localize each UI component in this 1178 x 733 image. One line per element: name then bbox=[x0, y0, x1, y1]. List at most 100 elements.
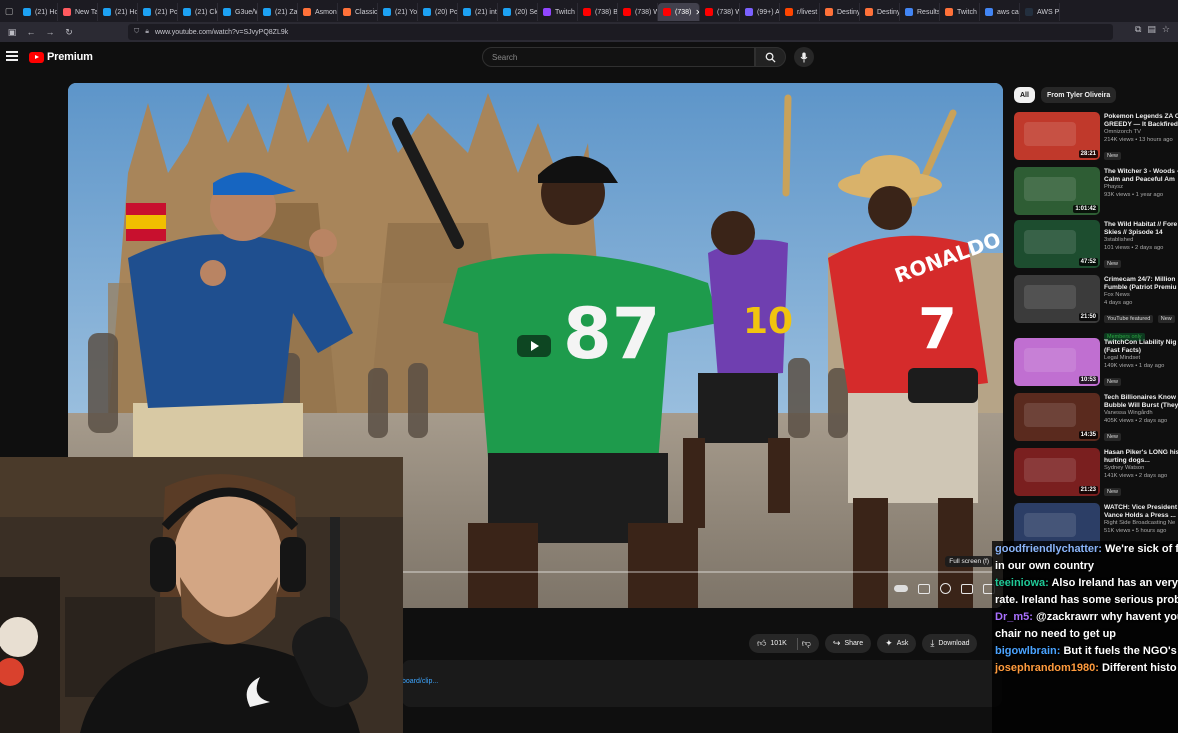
address-bar[interactable]: ⛉ 🔒︎ www.youtube.com/watch?v=SJvyPQ8ZL9k bbox=[128, 24, 1113, 40]
chat-username[interactable]: josephrandom1980: bbox=[995, 662, 1099, 674]
recommended-video[interactable]: 21:23 Hasan Piker's LONG his hurting dogs… bbox=[1014, 448, 1178, 498]
duration-badge: 21:50 bbox=[1078, 313, 1098, 321]
browser-tab[interactable]: (20) Sep bbox=[498, 3, 538, 21]
browser-tab[interactable]: Destiny bbox=[860, 3, 900, 21]
player-controls bbox=[894, 583, 995, 594]
browser-tab[interactable]: (738) W bbox=[618, 3, 658, 21]
back-icon[interactable]: ← bbox=[24, 25, 38, 39]
description-box[interactable] bbox=[402, 660, 1002, 707]
sidebar-toggle-icon[interactable]: ▣ bbox=[5, 25, 19, 39]
browser-tab[interactable]: (738) Bi bbox=[578, 3, 618, 21]
channel-name[interactable]: Legal Mindset bbox=[1104, 355, 1178, 363]
picture-in-picture-icon[interactable]: ⧉ bbox=[1135, 24, 1141, 35]
video-thumbnail[interactable]: 21:50 bbox=[1014, 275, 1100, 323]
video-title[interactable]: Crimecam 24/7: Million Fumble (Patriot P… bbox=[1104, 276, 1178, 292]
browser-tab[interactable]: Destiny bbox=[820, 3, 860, 21]
settings-gear-icon[interactable] bbox=[940, 583, 951, 594]
browser-tab[interactable]: G3ue/W bbox=[218, 3, 258, 21]
browser-tab[interactable]: Results bbox=[900, 3, 940, 21]
channel-name[interactable]: Vanessa Wingårdh bbox=[1104, 410, 1178, 418]
forward-icon[interactable]: → bbox=[43, 25, 57, 39]
voice-search-button[interactable] bbox=[794, 47, 814, 67]
play-overlay-icon[interactable] bbox=[517, 335, 551, 357]
recommended-video[interactable]: 28:21 Pokemon Legends ZA C GREEDY — It Ba… bbox=[1014, 112, 1178, 162]
chat-message: rate. Ireland has some serious probl bbox=[992, 592, 1178, 609]
browser-tab[interactable]: (99+) A bbox=[740, 3, 780, 21]
browser-tab[interactable]: (21) Cle bbox=[178, 3, 218, 21]
firefox-icon bbox=[63, 8, 71, 16]
browser-tab[interactable]: (21) inti bbox=[458, 3, 498, 21]
tab-list-icon[interactable]: ▢ bbox=[0, 2, 18, 20]
search-input[interactable]: Search bbox=[482, 47, 755, 67]
description-link[interactable]: board/clip... bbox=[402, 678, 438, 685]
browser-tab[interactable]: Twitch C bbox=[940, 3, 980, 21]
video-stats: 405K views • 2 days ago bbox=[1104, 417, 1168, 424]
browser-tab[interactable]: r/livest bbox=[780, 3, 820, 21]
ask-button[interactable]: ✦ Ask bbox=[877, 634, 917, 653]
video-thumbnail[interactable]: 47:52 bbox=[1014, 220, 1100, 268]
theater-mode-icon[interactable] bbox=[961, 583, 973, 594]
browser-tab[interactable]: (738) W bbox=[700, 3, 740, 21]
browser-tab[interactable]: AWS Pr bbox=[1020, 3, 1060, 21]
channel-name[interactable]: Right Side Broadcasting Ne bbox=[1104, 520, 1178, 528]
chat-username[interactable]: bigowlbrain: bbox=[995, 645, 1060, 657]
subtitles-icon[interactable] bbox=[918, 583, 930, 594]
recommended-video[interactable]: 47:52 The Wild Habitat // Fore Skies // 3… bbox=[1014, 220, 1178, 270]
channel-name[interactable]: 3stablished bbox=[1104, 237, 1178, 245]
video-title[interactable]: WATCH: Vice President Vance Holds a Pres… bbox=[1104, 504, 1178, 520]
browser-tab[interactable]: (738)✕ bbox=[658, 3, 700, 21]
browser-tab[interactable]: (20) Po bbox=[418, 3, 458, 21]
recommended-video[interactable]: 14:35 Tech Billionaires Know Bubble Will … bbox=[1014, 393, 1178, 443]
browser-tab[interactable]: Asmong bbox=[298, 3, 338, 21]
search-button[interactable] bbox=[755, 47, 786, 67]
chat-username[interactable]: Dr_m5: bbox=[995, 611, 1033, 623]
video-thumbnail[interactable]: 10:53 bbox=[1014, 338, 1100, 386]
browser-tab[interactable]: Classic bbox=[338, 3, 378, 21]
browser-tab[interactable]: New Tab bbox=[58, 3, 98, 21]
browser-tab[interactable]: (21) Zac bbox=[258, 3, 298, 21]
browser-tab[interactable]: (21) Po bbox=[138, 3, 178, 21]
channel-name[interactable]: Sydney Watson bbox=[1104, 465, 1178, 473]
bookmark-star-icon[interactable]: ☆ bbox=[1162, 24, 1170, 35]
extension-icon[interactable]: ▤ bbox=[1147, 24, 1156, 35]
video-thumbnail[interactable]: 14:35 bbox=[1014, 393, 1100, 441]
video-thumbnail[interactable]: 1:01:42 bbox=[1014, 167, 1100, 215]
browser-tab[interactable]: aws can bbox=[980, 3, 1020, 21]
menu-icon[interactable] bbox=[6, 51, 18, 61]
twitch-chat-overlay: goodfriendlychatter: We're sick of fo in … bbox=[992, 541, 1178, 733]
browser-tab[interactable]: (21) Ho bbox=[18, 3, 58, 21]
new-badge: New bbox=[1104, 433, 1122, 441]
streamer-webcam bbox=[0, 457, 403, 733]
recommended-video[interactable]: 10:53 TwitchCon Liability Nig (Fast Facts… bbox=[1014, 338, 1178, 388]
chip-all[interactable]: All bbox=[1014, 87, 1035, 103]
video-title[interactable]: The Witcher 3 - Woods - Calm and Peacefu… bbox=[1104, 168, 1178, 184]
video-title[interactable]: Tech Billionaires Know Bubble Will Burst… bbox=[1104, 394, 1178, 410]
firefox-icon bbox=[303, 8, 311, 16]
chat-message: josephrandom1980: Different histo bbox=[992, 660, 1178, 677]
video-title[interactable]: TwitchCon Liability Nig (Fast Facts) bbox=[1104, 339, 1178, 355]
recommended-video[interactable]: 21:50 Crimecam 24/7: Million Fumble (Patr… bbox=[1014, 275, 1178, 341]
browser-tab[interactable]: Twitch bbox=[538, 3, 578, 21]
reload-icon[interactable]: ↻ bbox=[62, 25, 76, 39]
chip-from-channel[interactable]: From Tyler Oliveira bbox=[1040, 87, 1117, 103]
video-thumbnail[interactable]: 21:23 bbox=[1014, 448, 1100, 496]
video-thumbnail[interactable]: 28:21 bbox=[1014, 112, 1100, 160]
youtube-premium-logo[interactable]: Premium bbox=[29, 51, 93, 63]
chat-username[interactable]: teeiniowa: bbox=[995, 577, 1049, 589]
channel-name[interactable]: Fox News bbox=[1104, 292, 1178, 300]
chat-username[interactable]: goodfriendlychatter: bbox=[995, 543, 1102, 555]
video-title[interactable]: Hasan Piker's LONG his hurting dogs... bbox=[1104, 449, 1178, 465]
share-button[interactable]: ↪ Share bbox=[824, 634, 872, 653]
video-title[interactable]: Pokemon Legends ZA C GREEDY — It Backfir… bbox=[1104, 113, 1178, 129]
channel-name[interactable]: Omnizorch TV bbox=[1104, 129, 1178, 137]
download-button[interactable]: ⤓ Download bbox=[922, 634, 978, 653]
thumbs-down-icon[interactable]: 👎︎ bbox=[802, 638, 811, 649]
browser-tab[interactable]: (21) Ho bbox=[98, 3, 138, 21]
app-icon bbox=[745, 8, 753, 16]
video-title[interactable]: The Wild Habitat // Fore Skies // 3pisod… bbox=[1104, 221, 1178, 237]
recommended-video[interactable]: 1:01:42 The Witcher 3 - Woods - Calm and … bbox=[1014, 167, 1178, 217]
channel-name[interactable]: Phaysz bbox=[1104, 184, 1178, 192]
browser-tab[interactable]: (21) Yo bbox=[378, 3, 418, 21]
autoplay-toggle[interactable] bbox=[894, 585, 908, 592]
like-button[interactable]: 👍︎ 101K 👎︎ bbox=[749, 634, 819, 653]
